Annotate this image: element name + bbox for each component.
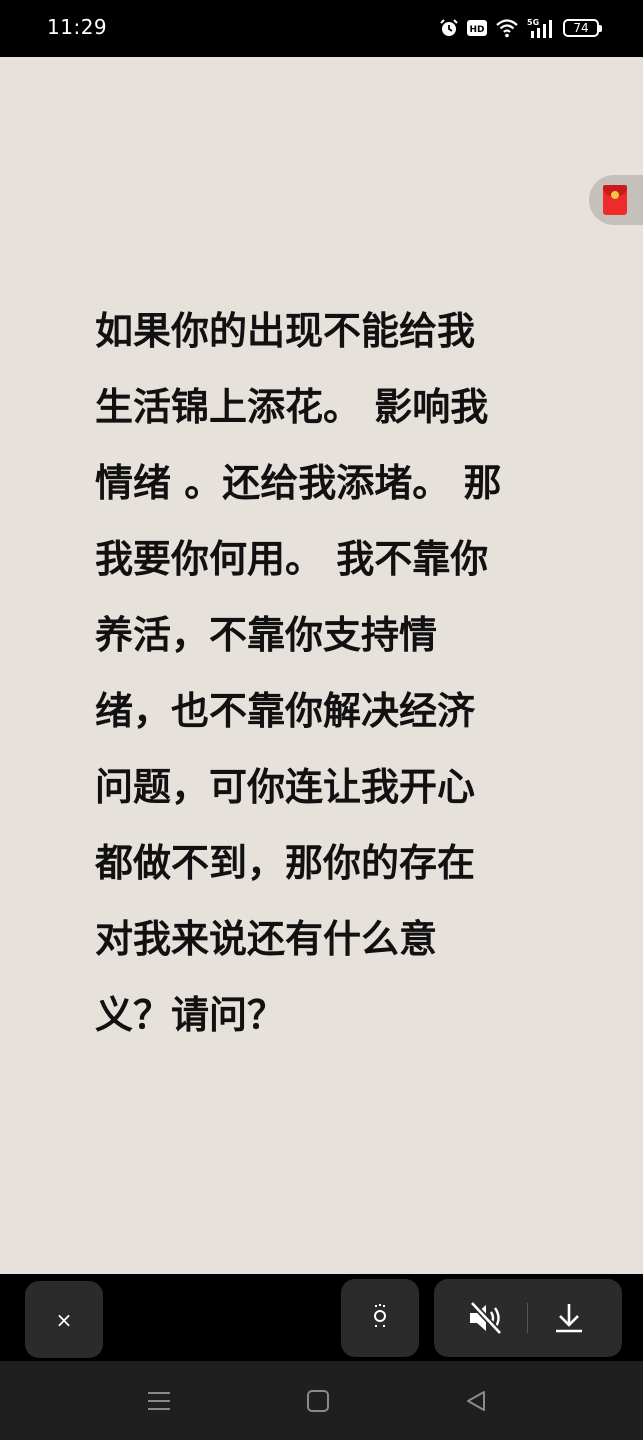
image-viewer: 如果你的出现不能给我 生活锦上添花。 影响我 情绪 。还给我添堵。 那 我要你何…	[0, 57, 643, 1274]
download-icon[interactable]	[552, 1301, 586, 1339]
network-label: 5G	[527, 18, 539, 27]
signal-5g-icon: 5G	[527, 17, 555, 39]
quote-line-2: 生活锦上添花。 影响我	[95, 385, 489, 429]
quote-line-5: 养活，不靠你支持情	[95, 613, 438, 657]
quote-line-3: 情绪 。还给我添堵。 那	[95, 461, 502, 505]
status-icons: HD 5G 74	[439, 14, 602, 42]
menu-icon[interactable]	[145, 1387, 173, 1415]
hd-icon: HD	[467, 19, 487, 37]
quote-line-7: 问题，可你连让我开心	[95, 765, 476, 809]
quote-line-8: 都做不到，那你的存在	[95, 841, 476, 885]
quote-line-9: 对我来说还有什么意	[95, 917, 438, 961]
hd-label: HD	[469, 25, 484, 35]
media-control-bar: ×	[0, 1274, 643, 1361]
capture-icon	[368, 1301, 392, 1335]
back-icon[interactable]	[462, 1387, 490, 1415]
quote-line-1: 如果你的出现不能给我	[95, 309, 476, 353]
quote-line-10: 义？请问？	[95, 993, 286, 1037]
quote-line-6: 绪，也不靠你解决经济	[95, 689, 476, 733]
battery-icon: 74	[563, 19, 602, 37]
status-bar: 11:29 HD 5G 74	[0, 0, 643, 57]
capture-button[interactable]	[341, 1279, 419, 1357]
battery-level: 74	[573, 21, 589, 35]
status-time: 11:29	[47, 15, 108, 39]
mute-icon[interactable]	[466, 1300, 506, 1339]
navigation-bar	[0, 1361, 643, 1440]
alarm-icon	[439, 18, 459, 38]
red-envelope-icon	[603, 185, 627, 215]
media-actions	[434, 1279, 622, 1357]
red-envelope-widget[interactable]	[589, 175, 643, 225]
quote-line-4: 我要你何用。 我不靠你	[95, 537, 489, 581]
wifi-icon	[495, 18, 519, 38]
close-icon: ×	[55, 1307, 73, 1332]
home-icon[interactable]	[304, 1387, 332, 1415]
quote-text: 如果你的出现不能给我 生活锦上添花。 影响我 情绪 。还给我添堵。 那 我要你何…	[95, 293, 565, 1053]
close-button[interactable]: ×	[25, 1281, 103, 1358]
media-divider	[527, 1303, 528, 1333]
